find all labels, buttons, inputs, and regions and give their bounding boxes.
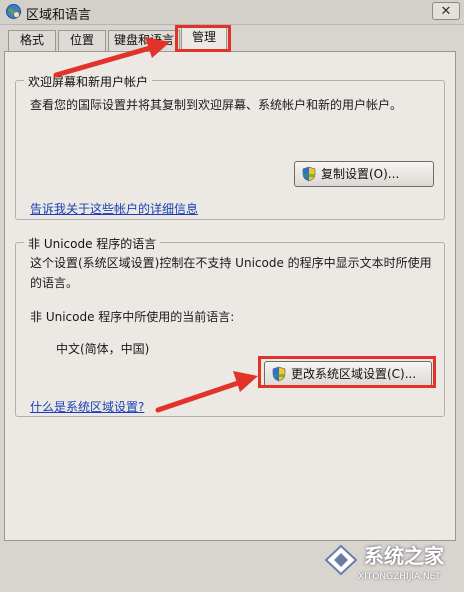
unicode-description-line2: 的语言。	[30, 276, 79, 290]
unicode-description-line1: 这个设置(系统区域设置)控制在不支持 Unicode 的程序中显示文本时所使用	[30, 256, 432, 270]
welcome-description: 查看您的国际设置并将其复制到欢迎屏幕、系统帐户和新的用户帐户。	[30, 98, 403, 112]
uac-shield-icon	[302, 166, 316, 182]
tab-administrative[interactable]: 管理	[181, 27, 227, 52]
unicode-group: 非 Unicode 程序的语言 这个设置(系统区域设置)控制在不支持 Unico…	[15, 235, 445, 417]
tab-format[interactable]: 格式	[8, 30, 56, 51]
globe-icon	[6, 4, 21, 19]
title-bar: 区域和语言 ✕	[0, 0, 464, 25]
current-language-label: 非 Unicode 程序中所使用的当前语言:	[30, 310, 235, 324]
change-system-locale-label: 更改系统区域设置(C)...	[291, 367, 417, 381]
watermark-logo-icon	[324, 544, 358, 576]
account-details-link[interactable]: 告诉我关于这些帐户的详细信息	[30, 200, 198, 217]
copy-settings-label: 复制设置(O)...	[321, 167, 400, 181]
close-button[interactable]: ✕	[432, 2, 460, 20]
system-locale-help-link[interactable]: 什么是系统区域设置?	[30, 398, 144, 415]
tab-location[interactable]: 位置	[58, 30, 106, 51]
unicode-group-legend: 非 Unicode 程序的语言	[24, 235, 161, 252]
watermark: 系统之家 XITONGZHIJIA.NET	[318, 536, 464, 590]
welcome-group-legend: 欢迎屏幕和新用户帐户	[24, 73, 153, 90]
current-language-value: 中文(简体，中国)	[56, 342, 150, 356]
uac-shield-icon	[272, 366, 286, 382]
change-system-locale-button[interactable]: 更改系统区域设置(C)...	[264, 361, 432, 387]
tab-panel: 欢迎屏幕和新用户帐户 查看您的国际设置并将其复制到欢迎屏幕、系统帐户和新的用户帐…	[4, 51, 456, 541]
tab-keyboards-languages[interactable]: 键盘和语言	[108, 30, 180, 51]
copy-settings-button[interactable]: 复制设置(O)...	[294, 161, 434, 187]
welcome-group: 欢迎屏幕和新用户帐户 查看您的国际设置并将其复制到欢迎屏幕、系统帐户和新的用户帐…	[15, 73, 445, 220]
watermark-url: XITONGZHIJIA.NET	[358, 572, 441, 582]
window-title: 区域和语言	[26, 8, 92, 23]
watermark-brand: 系统之家	[364, 544, 444, 568]
